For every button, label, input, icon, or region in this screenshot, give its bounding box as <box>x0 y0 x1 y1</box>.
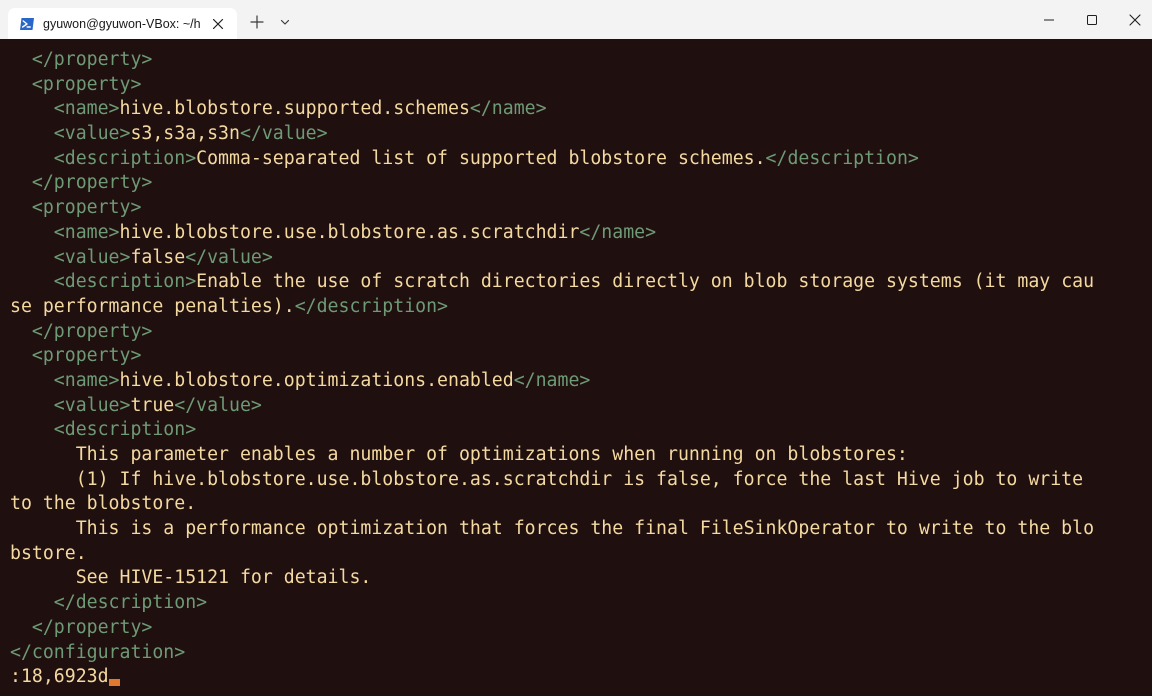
xml-tag: <value> <box>10 246 131 268</box>
terminal-line: </property> <box>10 48 1094 73</box>
xml-tag: </name> <box>469 98 547 120</box>
xml-tag: </value> <box>185 246 273 268</box>
xml-text: hive.blobstore.supported.schemes <box>119 98 470 120</box>
terminal-line: </property> <box>10 616 1094 641</box>
xml-text: hive.blobstore.optimizations.enabled <box>119 369 514 391</box>
xml-tag: <value> <box>10 394 131 416</box>
terminal-line: <property> <box>10 73 1094 98</box>
terminal-line: <property> <box>10 196 1094 221</box>
terminal-line: (1) If hive.blobstore.use.blobstore.as.s… <box>10 468 1094 493</box>
xml-text: Comma-separated list of supported blobst… <box>196 147 766 169</box>
xml-tag: <description> <box>10 419 197 441</box>
powershell-terminal-icon <box>19 16 35 32</box>
xml-tag: <description> <box>10 147 197 169</box>
terminal-line: </property> <box>10 171 1094 196</box>
terminal-line: </property> <box>10 320 1094 345</box>
terminal-viewport[interactable]: </property> <property> <name>hive.blobst… <box>0 39 1152 696</box>
terminal-line: <name>hive.blobstore.optimizations.enabl… <box>10 369 1094 394</box>
xml-tag: </value> <box>174 394 262 416</box>
xml-text: Enable the use of scratch directories di… <box>196 271 1095 293</box>
xml-tag: <property> <box>10 73 142 95</box>
xml-tag: <name> <box>10 98 120 120</box>
terminal-line: </description> <box>10 591 1094 616</box>
tab-terminal[interactable]: gyuwon@gyuwon-VBox: ~/h <box>8 8 237 39</box>
xml-tag: <name> <box>10 221 120 243</box>
terminal-line: <name>hive.blobstore.use.blobstore.as.sc… <box>10 221 1094 246</box>
new-tab-plus-icon[interactable] <box>247 12 267 32</box>
maximize-icon[interactable] <box>1080 8 1104 32</box>
xml-text: See HIVE-15121 for details. <box>10 567 372 589</box>
minimize-icon[interactable] <box>1037 8 1061 32</box>
close-tab-icon[interactable] <box>208 14 228 34</box>
terminal-line: se performance penalties).</description> <box>10 295 1094 320</box>
terminal-line: <value>false</value> <box>10 246 1094 271</box>
xml-tag: <property> <box>10 345 142 367</box>
title-bar: gyuwon@gyuwon-VBox: ~/h <box>0 0 1152 39</box>
terminal-line: <name>hive.blobstore.supported.schemes</… <box>10 97 1094 122</box>
xml-text: This is a performance optimization that … <box>10 518 1095 540</box>
xml-text: (1) If hive.blobstore.use.blobstore.as.s… <box>10 468 1084 490</box>
xml-text: s3,s3a,s3n <box>130 123 240 145</box>
terminal-line: </configuration> <box>10 641 1094 666</box>
terminal-line: This parameter enables a number of optim… <box>10 443 1094 468</box>
xml-tag: </configuration> <box>10 641 186 663</box>
terminal-window: gyuwon@gyuwon-VBox: ~/h </property> <pro… <box>0 0 1152 696</box>
tab-title: gyuwon@gyuwon-VBox: ~/h <box>43 17 201 31</box>
tab-menu-chevron-down-icon[interactable] <box>277 14 293 30</box>
text-cursor <box>108 679 120 687</box>
xml-tag: </name> <box>513 369 591 391</box>
xml-tag: </description> <box>10 592 208 614</box>
terminal-line: <value>s3,s3a,s3n</value> <box>10 122 1094 147</box>
xml-tag: <description> <box>10 271 197 293</box>
xml-tag: <property> <box>10 197 142 219</box>
xml-tag: <value> <box>10 123 131 145</box>
terminal-line: This is a performance optimization that … <box>10 517 1094 542</box>
command-line[interactable]: :18,6923d <box>10 665 1094 690</box>
xml-tag: </property> <box>10 172 153 194</box>
xml-tag: </description> <box>294 295 449 317</box>
xml-text: hive.blobstore.use.blobstore.as.scratchd… <box>119 221 580 243</box>
xml-text: bstore. <box>10 542 87 564</box>
xml-tag: </value> <box>239 123 328 145</box>
terminal-line: <description> <box>10 418 1094 443</box>
terminal-line: <description>Enable the use of scratch d… <box>10 270 1094 295</box>
xml-tag: </property> <box>10 616 153 638</box>
xml-text: false <box>130 246 186 268</box>
close-window-icon[interactable] <box>1123 8 1147 32</box>
xml-tag: </name> <box>579 221 657 243</box>
xml-text: This parameter enables a number of optim… <box>10 444 908 465</box>
terminal-line: to the blobstore. <box>10 492 1094 517</box>
terminal-line: <value>true</value> <box>10 394 1094 419</box>
terminal-output: </property> <property> <name>hive.blobst… <box>10 48 1094 690</box>
xml-text: to the blobstore. <box>10 493 197 515</box>
xml-tag: </property> <box>10 49 153 70</box>
xml-text: true <box>130 394 175 416</box>
xml-tag: <name> <box>10 369 120 391</box>
terminal-line: bstore. <box>10 542 1094 567</box>
terminal-line: <description>Comma-separated list of sup… <box>10 147 1094 172</box>
xml-text: se performance penalties). <box>10 295 295 317</box>
terminal-line: See HIVE-15121 for details. <box>10 566 1094 591</box>
command-input[interactable]: :18,6923d <box>10 666 109 687</box>
xml-tag: </property> <box>10 320 153 342</box>
terminal-line: <property> <box>10 344 1094 369</box>
xml-tag: </description> <box>765 147 919 169</box>
